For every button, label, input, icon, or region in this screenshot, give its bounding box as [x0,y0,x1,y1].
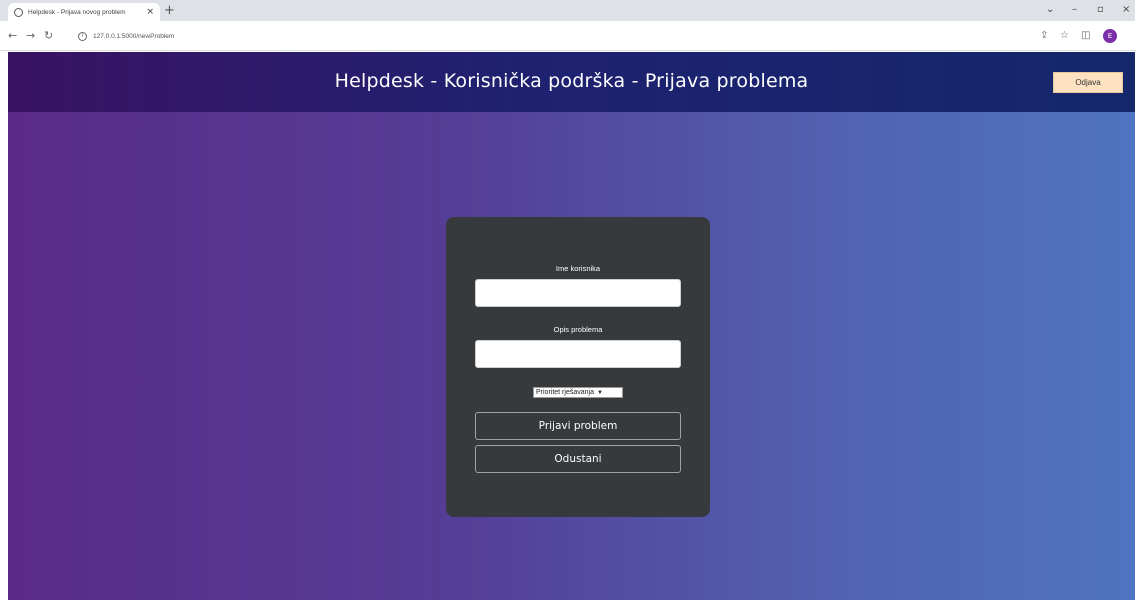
page-header: Helpdesk - Korisnička podrška - Prijava … [8,52,1135,112]
username-input[interactable] [475,279,681,307]
bookmark-star-icon[interactable]: ☆ [1060,29,1069,43]
priority-select[interactable]: Prioritet rješavanja ▼ [533,387,623,398]
username-label: Ime korisnika [555,264,601,273]
reload-icon[interactable]: ↻ [44,29,53,43]
priority-selected-value: Prioritet rješavanja [536,389,594,396]
forward-icon[interactable]: → [26,29,35,43]
logout-button[interactable]: Odjava [1053,72,1123,93]
restore-icon[interactable]: ▫ [1097,2,1104,18]
submit-problem-button[interactable]: Prijavi problem [475,412,681,440]
browser-address-bar: ← → ↻ i 127.0.0.1:5000/newProblem ⇪ ☆ ◫ … [0,21,1135,51]
description-label: Opis problema [553,325,603,334]
chevron-down-icon: ▼ [596,389,603,396]
url-text: 127.0.0.1:5000/newProblem [93,32,175,40]
close-window-icon[interactable]: × [1122,2,1130,18]
back-icon[interactable]: ← [8,29,17,43]
browser-tab-bar: Helpdesk - Prijava novog problem × + ⌄ –… [0,0,1135,21]
close-tab-icon[interactable]: × [146,7,154,17]
profile-avatar[interactable]: E [1103,29,1117,43]
tab-search-icon[interactable]: ⌄ [1046,2,1054,18]
page-title: Helpdesk - Korisnička podrška - Prijava … [334,70,809,92]
site-info-icon[interactable]: i [78,31,87,41]
globe-icon [14,7,23,17]
description-input[interactable] [475,340,681,368]
new-tab-icon[interactable]: + [164,3,175,19]
url-field[interactable]: i 127.0.0.1:5000/newProblem [78,27,1008,45]
share-icon[interactable]: ⇪ [1040,29,1048,43]
tab-title: Helpdesk - Prijava novog problem [28,8,126,16]
browser-tab[interactable]: Helpdesk - Prijava novog problem × [8,3,160,21]
cancel-button[interactable]: Odustani [475,445,681,473]
page-background: Helpdesk - Korisnička podrška - Prijava … [8,52,1135,600]
minimize-icon[interactable]: – [1072,2,1077,18]
problem-form-card: Ime korisnika Opis problema Prioritet rj… [446,217,710,517]
side-panel-icon[interactable]: ◫ [1081,29,1090,43]
